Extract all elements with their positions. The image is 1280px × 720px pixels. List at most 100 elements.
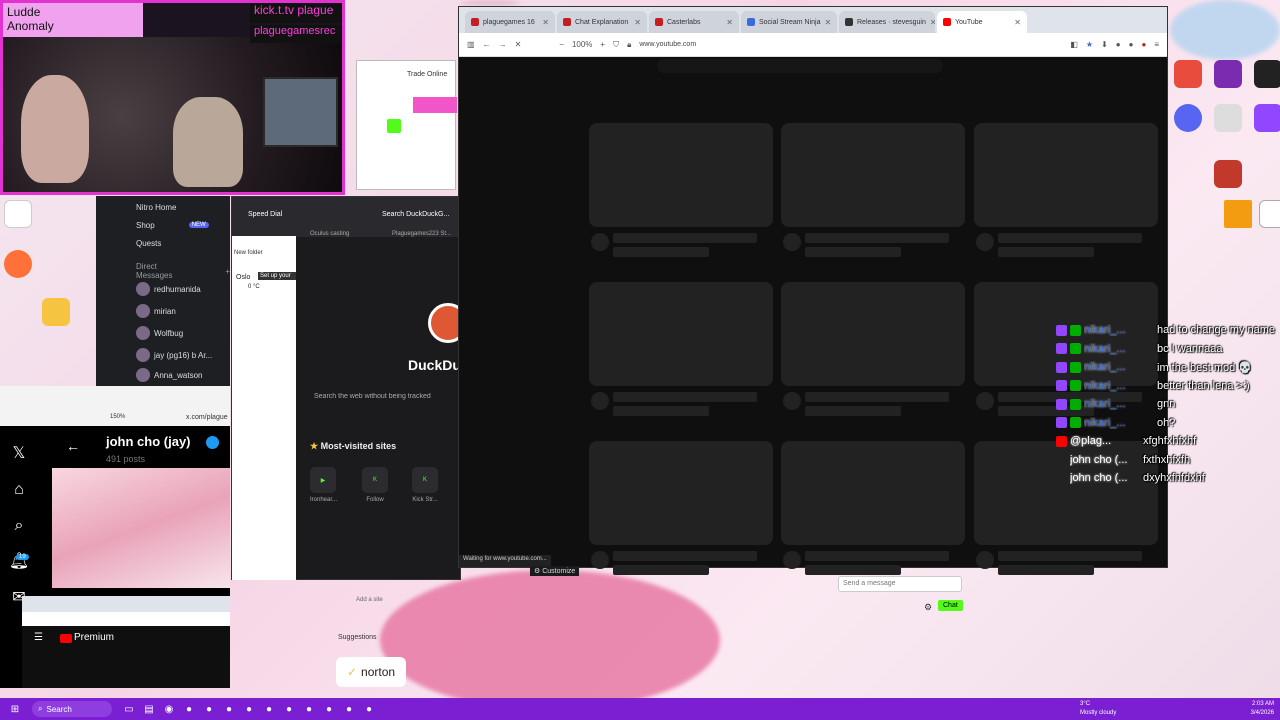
app-icon[interactable]: ● (200, 700, 218, 718)
forward-icon[interactable]: → (499, 40, 507, 49)
browser-tabstrip: plaguegames 16 ✕ Chat Explanation ✕ Caster… (459, 7, 1167, 33)
desktop-icon[interactable] (1240, 104, 1280, 134)
discord-nitro[interactable]: Nitro Home (136, 200, 176, 214)
browser-icon[interactable]: ◉ (160, 700, 178, 718)
taskbar-search[interactable]: ⌕ Search (32, 701, 112, 717)
speed-dial-item[interactable]: K Kick Str... (412, 467, 438, 503)
discord-shop[interactable]: Shop NEW (136, 218, 209, 232)
mikrotip-icon[interactable] (0, 200, 46, 230)
add-site[interactable]: Add a site (356, 597, 383, 603)
bookmark-plague[interactable]: Plaguegames223 St... (392, 231, 451, 237)
tab-label: Speed Dial (248, 211, 283, 218)
kick-icon[interactable] (387, 119, 401, 133)
app-icon[interactable]: ● (180, 700, 198, 718)
firefox-icon[interactable] (0, 250, 46, 280)
browser-toolbar: ▥ ← → ✕ − 100% + ⛉ 🔒︎ www.youtube.com ◧ … (459, 33, 1167, 57)
ddg-search-input[interactable]: Search the web without being tracked (314, 393, 462, 400)
close-icon[interactable]: ✕ (1014, 18, 1021, 27)
discord-quests[interactable]: Quests (136, 236, 161, 250)
app-icon[interactable]: ● (340, 700, 358, 718)
settings-icon[interactable]: ⚙ (924, 602, 932, 613)
chat-send-button[interactable]: Chat (938, 600, 963, 611)
browser-tab[interactable]: Casterlabs ✕ (649, 11, 739, 33)
speed-dial-item[interactable]: K Follow (362, 467, 388, 503)
menu-icon[interactable]: ☰ (34, 632, 43, 643)
extension-icon[interactable]: ● (1129, 40, 1134, 49)
avatar (136, 348, 150, 362)
app-icon[interactable]: ● (300, 700, 318, 718)
desktop-icon[interactable] (1245, 200, 1280, 230)
app-icon[interactable]: ● (320, 700, 338, 718)
close-icon[interactable]: ✕ (634, 18, 641, 27)
taskview-icon[interactable]: ▭ (120, 700, 138, 718)
search-icon[interactable]: ⌕ (0, 508, 38, 544)
tab-duckduckgo[interactable]: Search DuckDuckG... (382, 211, 449, 218)
streamer-name: Ludde (7, 5, 41, 19)
taskbar-weather[interactable]: 3°C Mostly cloudy (1080, 700, 1116, 718)
dm-label: mirian (154, 306, 176, 316)
back-icon[interactable]: ← (483, 40, 491, 49)
stop-icon[interactable]: ✕ (515, 40, 522, 49)
norton-suggestion[interactable]: ✓ norton (336, 657, 406, 687)
chat-username: john cho (... (1070, 453, 1128, 466)
browser-tab[interactable]: Social Stream Ninja ✕ (741, 11, 837, 33)
zoom-in-icon[interactable]: + (600, 40, 605, 49)
app-icon[interactable]: ● (360, 700, 378, 718)
chat-text: better than lena >:) (1157, 379, 1250, 392)
zoom-out-icon[interactable]: − (559, 40, 564, 49)
setup-button[interactable]: Set up your (258, 272, 296, 280)
app-icon[interactable]: ● (220, 700, 238, 718)
app-icon[interactable]: ● (280, 700, 298, 718)
address-bar[interactable]: www.youtube.com (639, 41, 696, 48)
chat-message: nikari_... bc I wannaaa (1056, 341, 1222, 357)
download-icon[interactable]: ⬇ (1101, 40, 1108, 49)
star-icon[interactable]: ★ (1086, 40, 1093, 49)
customize-button[interactable]: ⚙ Customize (530, 566, 580, 576)
dm-item[interactable]: jay (pg16) b Ar... (136, 348, 212, 362)
dm-item[interactable]: mirian (136, 304, 176, 318)
new-folder-item[interactable]: New folder (234, 250, 263, 256)
dm-item[interactable]: Anna_watson (136, 368, 202, 382)
avatar (136, 368, 150, 382)
x-icon (1056, 472, 1067, 484)
x-url[interactable]: x.com/plague (186, 414, 228, 421)
start-icon[interactable]: ⊞ (6, 700, 24, 718)
close-icon[interactable]: ✕ (726, 18, 733, 27)
plus-icon[interactable]: + (225, 267, 230, 276)
x-logo-icon[interactable]: 𝕏 (0, 436, 38, 472)
close-icon[interactable]: ✕ (824, 18, 831, 27)
browser-tab[interactable]: Releases · stevesguin ✕ (839, 11, 935, 33)
files-icon[interactable]: ▤ (140, 700, 158, 718)
tab-speed-dial[interactable]: Speed Dial (248, 211, 282, 218)
chat-message-input[interactable]: Send a message (838, 576, 962, 592)
desktop-icon[interactable] (1200, 160, 1256, 190)
youtube-icon (1056, 435, 1067, 447)
browser-tab[interactable]: Chat Explanation ✕ (557, 11, 647, 33)
bookmark-oculus[interactable]: Oculus casting (310, 231, 349, 237)
chat-username: nikari_... (1084, 379, 1126, 392)
webcam-scene (3, 37, 342, 192)
close-icon[interactable]: ✕ (542, 18, 549, 27)
extension-icon[interactable]: ● (1116, 40, 1121, 49)
avatar (136, 282, 150, 296)
extension-icon[interactable]: ◧ (1070, 40, 1078, 49)
shield-icon[interactable]: ⛉ (613, 40, 619, 50)
home-icon[interactable]: ⌂ (0, 472, 38, 508)
speed-dial-item[interactable]: ▶ Ironhear... (310, 467, 337, 503)
close-icon[interactable]: ✕ (930, 18, 935, 27)
menu-icon[interactable]: ≡ (1154, 40, 1159, 49)
profile-banner (52, 468, 230, 588)
extension-icon[interactable]: ● (1141, 40, 1146, 49)
dm-item[interactable]: Wolfbug (136, 326, 183, 340)
taskbar-clock[interactable]: 2:03 AM 3/4/2026 (1251, 700, 1274, 718)
browser-tab-active[interactable]: YouTube ✕ (937, 11, 1027, 33)
app-icon[interactable]: ● (240, 700, 258, 718)
browser-tab[interactable]: plaguegames 16 ✕ (465, 11, 555, 33)
sidebar-icon[interactable]: ▥ (467, 40, 475, 49)
app-icon[interactable]: ● (260, 700, 278, 718)
bell-icon[interactable]: 🔔︎ (0, 544, 38, 580)
back-arrow-icon[interactable]: ← (66, 438, 80, 454)
desktop-icon[interactable] (1240, 60, 1280, 90)
folder-icon[interactable] (28, 298, 84, 328)
dm-item[interactable]: redhumanida (136, 282, 201, 296)
